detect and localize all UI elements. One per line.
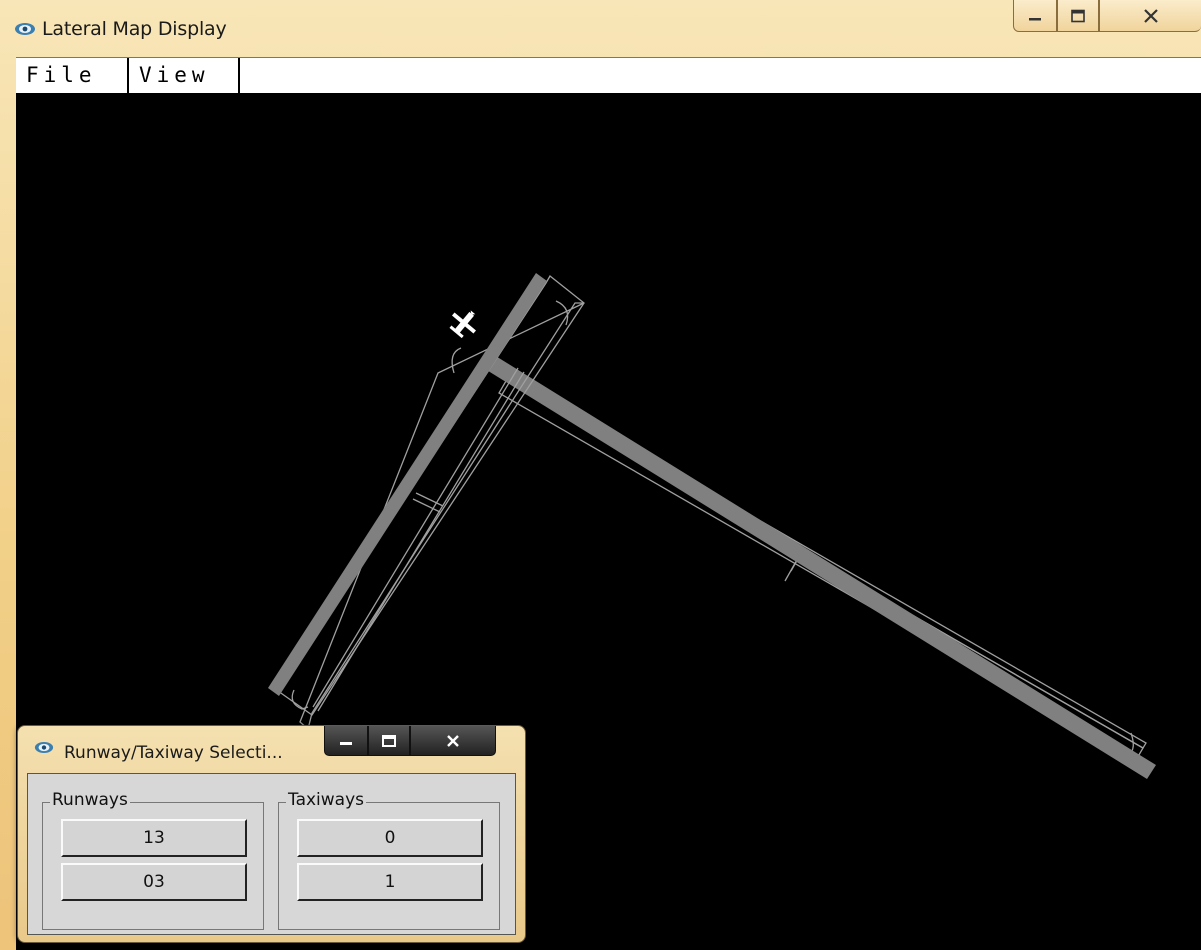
dialog-close-button[interactable] [410,726,496,756]
window-title: Lateral Map Display [42,18,227,40]
taxiway-edge-03b [317,371,525,712]
taxiway-edge-03 [312,367,519,708]
runway-taxiway-selection-dialog: Runway/Taxiway Selecti... Runways 13 03 … [17,725,526,943]
close-button[interactable] [1099,0,1201,32]
menu-bar: File View [16,57,1201,93]
runway-03-surface [268,273,547,696]
menu-file[interactable]: File [16,58,129,93]
maximize-button[interactable] [1057,0,1099,32]
taxiways-group-label: Taxiways [286,790,367,810]
aircraft-icon[interactable] [445,303,484,342]
dialog-minimize-button[interactable] [324,726,368,756]
taxiway-button-0[interactable]: 0 [297,819,483,857]
title-bar[interactable]: Lateral Map Display [0,0,1201,56]
menu-view[interactable]: View [129,58,240,93]
dialog-title: Runway/Taxiway Selecti... [64,743,283,763]
taxiway-end-03b [451,347,462,374]
app-eye-icon [15,23,35,35]
minimize-icon [1029,17,1041,20]
runway-03[interactable] [268,273,585,731]
runway-button-03[interactable]: 03 [61,863,247,901]
taxiways-group: Taxiways 0 1 [278,790,500,930]
runway-13-surface [485,355,1156,779]
dialog-window-controls [324,726,514,758]
app-eye-icon [34,742,54,753]
runway-button-13[interactable]: 13 [61,819,247,857]
minimize-button[interactable] [1013,0,1057,32]
taxiway-connector-03b [412,498,441,513]
close-icon [1143,8,1158,23]
main-window: Lateral Map Display File View Runway/Tax… [0,0,1201,950]
taxiway-button-1[interactable]: 1 [297,863,483,901]
dialog-maximize-button[interactable] [368,726,410,756]
runway-13[interactable] [485,355,1156,779]
maximize-icon [1071,9,1085,22]
window-controls [1013,0,1201,34]
runways-group: Runways 13 03 [42,790,264,930]
runways-group-label: Runways [50,790,130,810]
taxiway-box-03 [277,275,585,716]
maximize-icon [382,734,396,747]
dialog-body: Runways 13 03 Taxiways 0 1 [27,773,516,935]
minimize-icon [340,741,352,745]
close-icon [447,734,459,747]
